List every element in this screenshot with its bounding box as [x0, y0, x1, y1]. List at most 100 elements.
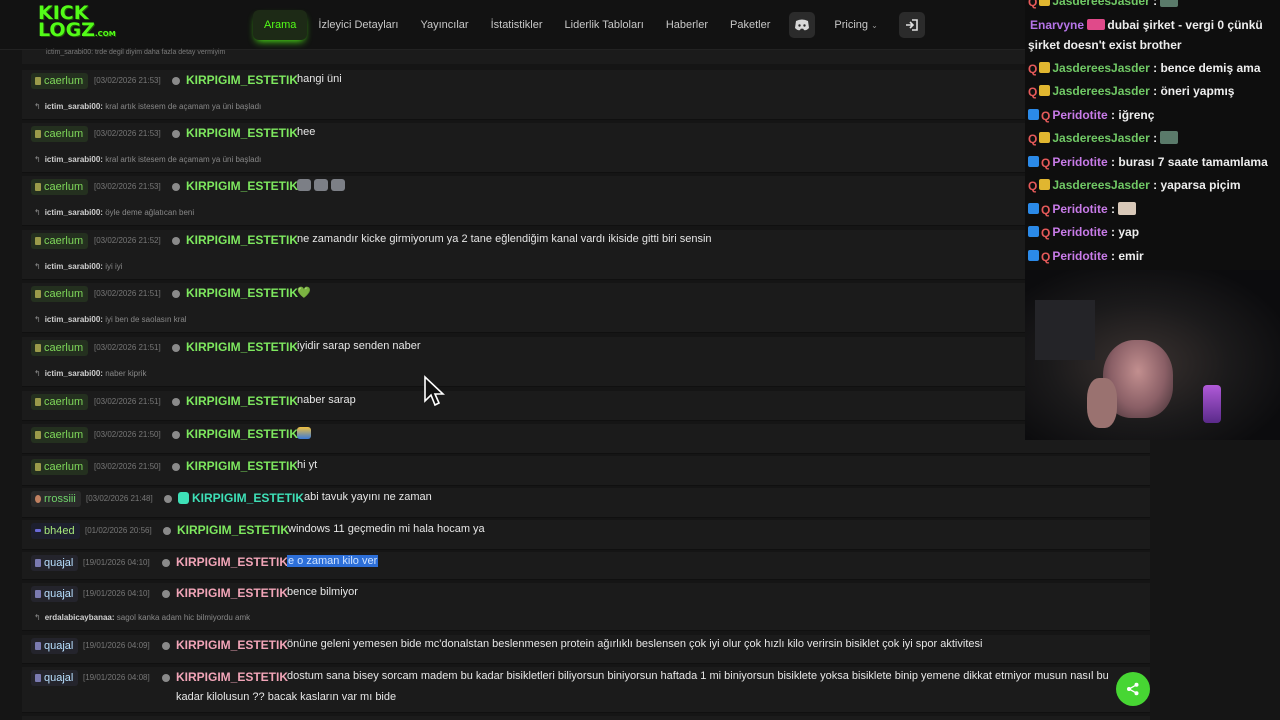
message-text: önüne geleni yemesen bide mc'donalstan b…: [287, 638, 983, 650]
user-badge[interactable]: caerlum: [31, 340, 89, 356]
message-author[interactable]: KIRPIGIM_ESTETIK: [176, 555, 288, 569]
list-item: caerlum [03/02/2026 21:50] KIRPIGIM_ESTE…: [22, 424, 1150, 454]
user-badge[interactable]: rrossiii: [31, 491, 81, 507]
info-icon[interactable]: [164, 495, 172, 503]
nav-item-izleyici-detaylari[interactable]: İzleyici Detayları: [307, 10, 409, 40]
user-badge[interactable]: caerlum: [31, 233, 89, 249]
emote-icon: [1160, 0, 1179, 7]
crown-icon: [1039, 62, 1051, 73]
nav-item-yayincilar[interactable]: Yayıncılar: [409, 10, 479, 40]
badge-icon: [35, 431, 41, 439]
message-list: ictim_sarabi00: trde degil diyim daha fa…: [22, 49, 1150, 720]
badge-icon: [35, 398, 41, 406]
message-author[interactable]: KIRPIGIM_ESTETIK: [178, 491, 304, 505]
message-author[interactable]: KIRPIGIM_ESTETIK: [176, 670, 288, 684]
user-badge[interactable]: caerlum: [31, 73, 89, 89]
user-badge[interactable]: caerlum: [31, 179, 89, 195]
message-date: [03/02/2026 21:53]: [94, 182, 161, 191]
message-date: [01/02/2026 20:56]: [85, 526, 152, 535]
list-item: rrossiii [03/02/2026 21:48] KIRPIGIM_EST…: [22, 488, 1150, 518]
info-icon[interactable]: [172, 463, 180, 471]
info-icon[interactable]: [162, 559, 170, 567]
nav-item-istatistikler[interactable]: İstatistikler: [480, 10, 554, 40]
kicklogz-logo[interactable]: KICK LOGZ.COM: [38, 4, 116, 43]
emote-row: [297, 179, 348, 192]
info-icon[interactable]: [163, 527, 171, 535]
message-author[interactable]: KIRPIGIM_ESTETIK: [186, 73, 298, 87]
badge-icon: [35, 590, 41, 598]
info-icon[interactable]: [172, 130, 180, 138]
mouse-cursor-icon: [424, 375, 445, 407]
message-author[interactable]: KIRPIGIM_ESTETIK: [176, 638, 288, 652]
reply-arrow-icon: ↰: [34, 208, 41, 217]
user-badge[interactable]: quajal: [31, 638, 79, 654]
message-author[interactable]: KIRPIGIM_ESTETIK: [186, 233, 298, 247]
reply-arrow-icon: ↰: [34, 613, 41, 622]
user-badge[interactable]: caerlum: [31, 126, 89, 142]
badge-icon: [35, 463, 41, 471]
list-item: caerlum [03/02/2026 21:51] KIRPIGIM_ESTE…: [22, 337, 1150, 387]
user-badge[interactable]: caerlum: [31, 427, 89, 443]
nav-item-arama[interactable]: Arama: [253, 10, 308, 40]
discord-icon[interactable]: [789, 12, 816, 38]
info-icon[interactable]: [162, 674, 170, 682]
message-text: hangi üni: [297, 73, 342, 85]
overlay-chat-line: Q Peridotite : iğrenç: [1028, 108, 1154, 123]
user-badge[interactable]: quajal: [31, 670, 79, 686]
message-date: [19/01/2026 04:10]: [83, 558, 150, 567]
reply-line: ↰ ictim_sarabi00: iyi iyi: [34, 262, 123, 271]
message-author[interactable]: KIRPIGIM_ESTETIK: [186, 340, 298, 354]
user-badge[interactable]: quajal: [31, 555, 79, 571]
message-author[interactable]: KIRPIGIM_ESTETIK: [186, 179, 298, 193]
prime-icon: [1028, 250, 1039, 261]
overlay-chat-line: Q JasdereesJasder : öneri yapmış: [1028, 84, 1235, 99]
nav-item-haberler[interactable]: Haberler: [655, 10, 719, 40]
page: KICK LOGZ.COM Arama İzleyici Detayları Y…: [0, 0, 1280, 720]
info-icon[interactable]: [172, 290, 180, 298]
message-text-continued: kadar kilolusun ?? bacak kasların var mı…: [176, 691, 397, 703]
info-icon[interactable]: [172, 344, 180, 352]
mod-icon: Q: [1028, 85, 1038, 99]
info-icon[interactable]: [162, 642, 170, 650]
list-item: caerlum [03/02/2026 21:52] KIRPIGIM_ESTE…: [22, 230, 1150, 280]
mod-icon: Q: [1041, 156, 1051, 170]
message-author[interactable]: KIRPIGIM_ESTETIK: [186, 459, 298, 473]
user-badge[interactable]: caerlum: [31, 459, 89, 475]
user-badge[interactable]: caerlum: [31, 394, 89, 410]
reply-line: ↰ ictim_sarabi00: kral artık istesem de a…: [34, 102, 262, 111]
message-date: [03/02/2026 21:48]: [86, 494, 153, 503]
badge-icon: [35, 529, 41, 532]
message-author[interactable]: KIRPIGIM_ESTETIK: [186, 286, 298, 300]
message-text-selected[interactable]: e o zaman kilo ver: [287, 555, 379, 567]
nav-item-liderlik-tablolari[interactable]: Liderlik Tabloları: [554, 10, 655, 40]
message-text: hi yt: [297, 459, 318, 471]
message-date: [03/02/2026 21:51]: [94, 343, 161, 352]
share-button[interactable]: [1116, 672, 1150, 706]
emote-icon: [1118, 202, 1137, 215]
message-author[interactable]: KIRPIGIM_ESTETIK: [176, 586, 288, 600]
emote-icon: [1087, 19, 1106, 30]
login-icon[interactable]: [898, 12, 925, 38]
info-icon[interactable]: [172, 237, 180, 245]
message-author[interactable]: KIRPIGIM_ESTETIK: [186, 126, 298, 140]
message-author[interactable]: KIRPIGIM_ESTETIK: [186, 427, 298, 441]
info-icon[interactable]: [172, 398, 180, 406]
message-author[interactable]: KIRPIGIM_ESTETIK: [177, 523, 289, 537]
message-date: [03/02/2026 21:53]: [94, 76, 161, 85]
info-icon[interactable]: [172, 77, 180, 85]
info-icon[interactable]: [172, 183, 180, 191]
user-badge[interactable]: quajal: [31, 586, 79, 602]
info-icon[interactable]: [162, 590, 170, 598]
nav-item-paketler[interactable]: Paketler: [719, 10, 781, 40]
message-text: dostum sana bisey sorcam madem bu kadar …: [287, 670, 1109, 682]
pricing-dropdown[interactable]: Pricing ⌄: [823, 10, 888, 40]
badge-icon: [35, 183, 41, 191]
user-badge[interactable]: caerlum: [31, 286, 89, 302]
message-author[interactable]: KIRPIGIM_ESTETIK: [186, 394, 298, 408]
mod-icon: Q: [1041, 109, 1051, 123]
stream-chat-overlay: Q JasdereesJasder : Enarvyne dubai şirket…: [1025, 0, 1280, 270]
user-badge[interactable]: bh4ed: [31, 523, 80, 539]
message-date: [19/01/2026 04:08]: [83, 673, 150, 682]
badge-icon: [35, 642, 41, 650]
info-icon[interactable]: [172, 431, 180, 439]
